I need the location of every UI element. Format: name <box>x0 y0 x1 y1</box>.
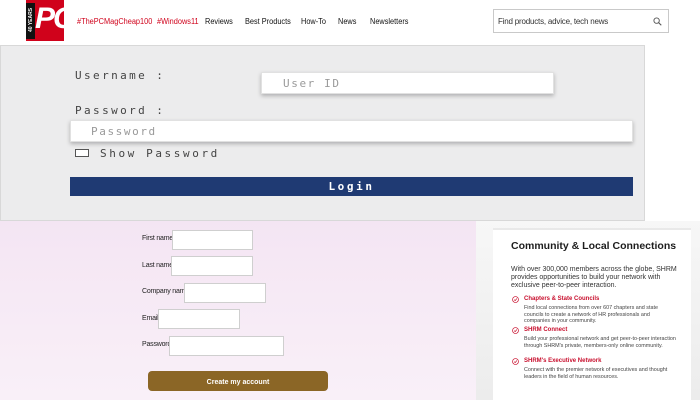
login-button-label: Login <box>328 180 375 193</box>
create-account-label: Create my account <box>206 379 270 386</box>
username-field[interactable]: User ID <box>261 72 554 94</box>
card-description: With over 300,000 members across the glo… <box>511 266 677 290</box>
email-field[interactable] <box>158 309 240 329</box>
nav-link-reviews[interactable]: Reviews <box>205 17 233 26</box>
check-circle-icon <box>512 296 519 303</box>
logo-text: PC <box>35 2 75 35</box>
card-title: Community & Local Connections <box>511 240 677 252</box>
create-account-button[interactable]: Create my account <box>148 371 328 391</box>
feature-title-executive-network[interactable]: SHRM's Executive Network <box>524 358 601 364</box>
login-button[interactable]: Login <box>70 177 633 196</box>
search-input[interactable]: Find products, advice, tech news <box>498 17 608 26</box>
feature-text-connect: Build your professional network and get … <box>524 336 676 349</box>
nav-link-windows11[interactable]: #Windows11 <box>157 17 199 26</box>
community-card: Community & Local Connections With over … <box>493 228 691 400</box>
nav-link-newsletters[interactable]: Newsletters <box>370 17 408 26</box>
card-top-border <box>493 228 691 230</box>
email-label: Email <box>142 315 159 322</box>
feature-title-chapters[interactable]: Chapters & State Councils <box>524 296 599 302</box>
last-name-label: Last name <box>142 262 173 269</box>
show-password-checkbox[interactable] <box>75 149 89 157</box>
check-circle-icon <box>512 358 519 365</box>
feature-title-connect[interactable]: SHRM Connect <box>524 327 567 333</box>
nav-link-news[interactable]: News <box>338 17 356 26</box>
feature-text-executive-network: Connect with the premier network of exec… <box>524 367 668 380</box>
nav-link-cheap100[interactable]: #ThePCMagCheap100 <box>77 17 152 26</box>
last-name-field[interactable] <box>171 256 253 276</box>
logo-anniversary-text: 40 YEARS <box>28 7 34 33</box>
pcmag-logo[interactable]: 40 YEARS PC <box>26 0 75 41</box>
username-placeholder: User ID <box>283 77 341 90</box>
password-label: Password : <box>75 104 166 117</box>
show-password-label[interactable]: Show Password <box>100 147 220 160</box>
username-label: Username : <box>75 69 166 82</box>
company-name-label: Company name <box>142 288 190 295</box>
password-field[interactable]: Password <box>70 120 633 142</box>
signup-password-label: Password <box>142 341 172 348</box>
signup-password-field[interactable] <box>169 336 284 356</box>
nav-link-how-to[interactable]: How-To <box>301 17 326 26</box>
password-placeholder: Password <box>91 125 157 138</box>
feature-text-chapters: Find local connections from over 607 cha… <box>524 305 658 325</box>
login-panel: Username : User ID Password : Password S… <box>0 45 645 221</box>
signup-form: First name Last name Company name Email … <box>0 221 476 400</box>
logo-anniversary-strip: 40 YEARS <box>26 3 35 39</box>
search-box[interactable]: Find products, advice, tech news <box>493 9 669 33</box>
company-name-field[interactable] <box>184 283 266 303</box>
top-navbar: 40 YEARS PC #ThePCMagCheap100 #Windows11… <box>0 0 700 44</box>
check-circle-icon <box>512 327 519 334</box>
nav-link-best-products[interactable]: Best Products <box>245 17 291 26</box>
first-name-label: First name <box>142 235 174 242</box>
first-name-field[interactable] <box>172 230 253 250</box>
search-icon[interactable] <box>653 17 662 26</box>
